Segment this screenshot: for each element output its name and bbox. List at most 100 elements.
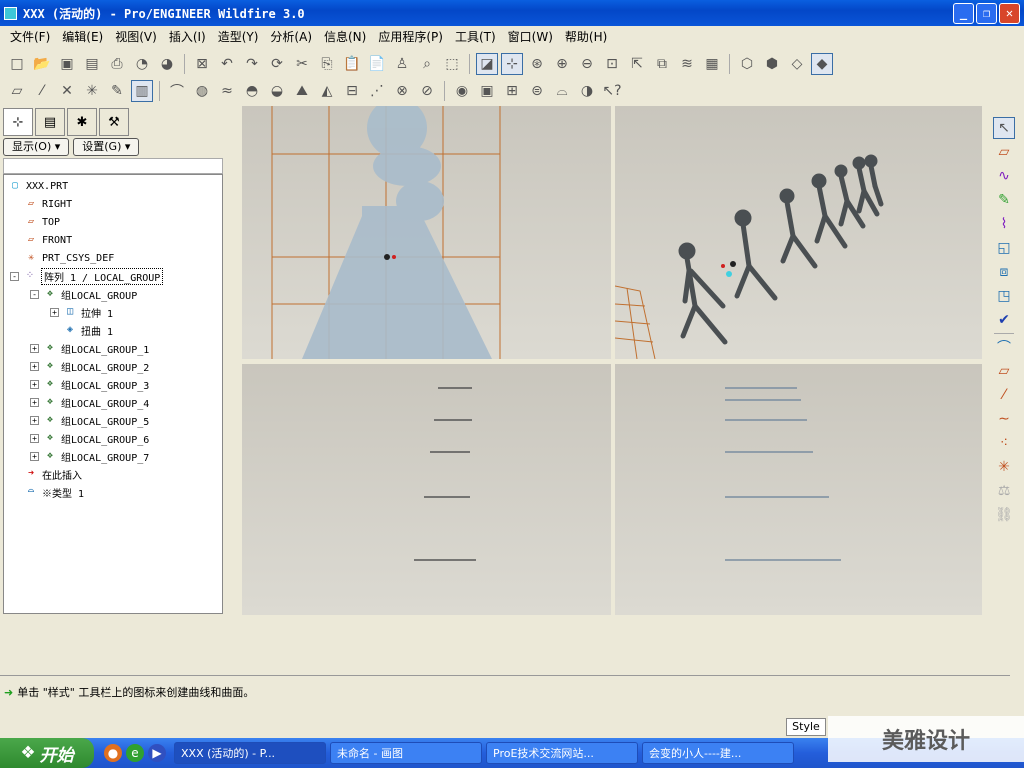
axis-icon[interactable]: ⁄ xyxy=(993,384,1015,406)
expand-icon[interactable]: + xyxy=(30,379,39,389)
reorient-icon[interactable]: ⇱ xyxy=(626,53,648,75)
tree-item-group[interactable]: - ❖ 组LOCAL_GROUP xyxy=(30,285,137,303)
draft-analysis-icon[interactable]: ⛰ xyxy=(291,80,313,102)
deviation-analysis-icon[interactable]: ⋰ xyxy=(366,80,388,102)
expand-icon[interactable]: + xyxy=(30,415,39,425)
saved-views-icon[interactable]: ⧉ xyxy=(651,53,673,75)
surface-icon[interactable]: ◱ xyxy=(993,237,1015,259)
datum-point-icon[interactable]: ⁖ xyxy=(993,432,1015,454)
print-icon[interactable]: ⎙ xyxy=(106,53,128,75)
paste-special-icon[interactable]: 📄 xyxy=(366,53,388,75)
measure-icon[interactable]: ◉ xyxy=(451,80,473,102)
undo-icon[interactable]: ↶ xyxy=(216,53,238,75)
start-button[interactable]: ❖ 开始 xyxy=(0,738,94,768)
collapse-icon[interactable]: - xyxy=(10,271,19,281)
menu-analysis[interactable]: 分析(A) xyxy=(264,28,318,45)
paste-icon[interactable]: 📋 xyxy=(341,53,363,75)
surface-connect-icon[interactable]: ⧈ xyxy=(993,261,1015,283)
shading-icon[interactable]: ◆ xyxy=(811,53,833,75)
tree-item-group-1[interactable]: + ❖ 组LOCAL_GROUP_1 xyxy=(30,339,149,357)
analysis-feature-icon[interactable]: ⚖ xyxy=(993,480,1015,502)
sketch-icon[interactable]: ⌒ xyxy=(993,336,1015,358)
layers-icon[interactable]: ≋ xyxy=(676,53,698,75)
tree-item-group-3[interactable]: + ❖ 组LOCAL_GROUP_3 xyxy=(30,375,149,393)
select-arrow-icon[interactable]: ↖ xyxy=(993,117,1015,139)
distance-icon[interactable]: ⊞ xyxy=(501,80,523,102)
surface-trim-icon[interactable]: ◳ xyxy=(993,285,1015,307)
menu-help[interactable]: 帮助(H) xyxy=(559,28,613,45)
mapkey-icon[interactable]: ♙ xyxy=(391,53,413,75)
datum-curve-icon[interactable]: ∼ xyxy=(993,408,1015,430)
menu-view[interactable]: 视图(V) xyxy=(109,28,163,45)
curvature-icon[interactable]: ⌓ xyxy=(551,80,573,102)
tree-item-group-6[interactable]: + ❖ 组LOCAL_GROUP_6 xyxy=(30,429,149,447)
expand-icon[interactable]: + xyxy=(30,361,39,371)
datum-point-display-icon[interactable]: ✕ xyxy=(56,80,78,102)
viewport-side[interactable] xyxy=(242,364,611,615)
menu-file[interactable]: 文件(F) xyxy=(4,28,56,45)
new-file-icon[interactable]: □ xyxy=(6,53,28,75)
settings-dropdown[interactable]: 设置(G) ▾ xyxy=(73,138,140,156)
shadow-analysis-icon[interactable]: ◒ xyxy=(266,80,288,102)
curve-analysis-icon[interactable]: ⌒ xyxy=(166,80,188,102)
maximize-button[interactable]: ❐ xyxy=(976,3,997,24)
email-icon[interactable]: ◔ xyxy=(131,53,153,75)
taskbar-item-forum[interactable]: ProE技术交流网站... xyxy=(486,742,638,764)
tree-item-front[interactable]: ▱ FRONT xyxy=(24,231,72,249)
save-icon[interactable]: ▣ xyxy=(56,53,78,75)
menu-applications[interactable]: 应用程序(P) xyxy=(372,28,449,45)
collapse-icon[interactable]: - xyxy=(30,289,39,299)
copy-icon[interactable]: ⎘ xyxy=(316,53,338,75)
tree-item-group-7[interactable]: + ❖ 组LOCAL_GROUP_7 xyxy=(30,447,149,465)
zoom-out-icon[interactable]: ⊖ xyxy=(576,53,598,75)
menu-tools[interactable]: 工具(T) xyxy=(449,28,502,45)
repaint-icon[interactable]: ⊛ xyxy=(526,53,548,75)
hide-analysis-icon[interactable]: ⊘ xyxy=(416,80,438,102)
curve-on-surface-icon[interactable]: ⌇ xyxy=(993,213,1015,235)
tree-item-insert-here[interactable]: ➜ 在此插入 xyxy=(24,465,82,483)
select-box-icon[interactable]: ⬚ xyxy=(441,53,463,75)
chain-icon[interactable]: ⛓ xyxy=(993,504,1015,526)
find-icon[interactable]: ⌕ xyxy=(416,53,438,75)
menu-edit[interactable]: 编辑(E) xyxy=(56,28,109,45)
annotation-display-icon[interactable]: ✎ xyxy=(106,80,128,102)
model-info-icon[interactable]: ▣ xyxy=(476,80,498,102)
menu-info[interactable]: 信息(N) xyxy=(318,28,372,45)
panel-splitter[interactable] xyxy=(229,106,237,616)
tree-item-warp[interactable]: ◈ 扭曲 1 xyxy=(63,321,113,339)
delete-analysis-icon[interactable]: ⊗ xyxy=(391,80,413,102)
viewport-top[interactable] xyxy=(615,364,982,615)
zoom-in-icon[interactable]: ⊕ xyxy=(551,53,573,75)
tree-item-csys[interactable]: ✳ PRT_CSYS_DEF xyxy=(24,249,114,267)
model-tree-tab-icon[interactable]: ⊹ xyxy=(3,108,33,136)
surface-curvature-icon[interactable]: ◍ xyxy=(191,80,213,102)
color-analysis-icon[interactable]: ◑ xyxy=(576,80,598,102)
create-curve-icon[interactable]: ∿ xyxy=(993,165,1015,187)
orient-icon[interactable]: ◪ xyxy=(476,53,498,75)
taskbar-item-paint[interactable]: 未命名 - 画图 xyxy=(330,742,482,764)
taskbar-item-tutorial[interactable]: 会变的小人----建... xyxy=(642,742,794,764)
no-hidden-icon[interactable]: ◇ xyxy=(786,53,808,75)
tree-item-group-2[interactable]: + ❖ 组LOCAL_GROUP_2 xyxy=(30,357,149,375)
slope-analysis-icon[interactable]: ◭ xyxy=(316,80,338,102)
menu-insert[interactable]: 插入(I) xyxy=(163,28,212,45)
expand-icon[interactable]: + xyxy=(50,307,59,317)
redo-icon[interactable]: ↷ xyxy=(241,53,263,75)
viewport-isometric[interactable] xyxy=(615,106,982,359)
done-check-icon[interactable]: ✔ xyxy=(993,309,1015,331)
spin-center-icon[interactable]: ⊹ xyxy=(501,53,523,75)
view-manager-icon[interactable]: ▦ xyxy=(701,53,723,75)
refit-icon[interactable]: ⊡ xyxy=(601,53,623,75)
menu-window[interactable]: 窗口(W) xyxy=(502,28,559,45)
close-button[interactable]: ✕ xyxy=(999,3,1020,24)
save-copy-icon[interactable]: ▤ xyxy=(81,53,103,75)
offset-analysis-icon[interactable]: ⊟ xyxy=(341,80,363,102)
tree-item-right[interactable]: ▱ RIGHT xyxy=(24,195,72,213)
hidden-line-icon[interactable]: ⬢ xyxy=(761,53,783,75)
cut-icon[interactable]: ✂ xyxy=(291,53,313,75)
cross-section-icon[interactable]: ⊜ xyxy=(526,80,548,102)
open-file-icon[interactable]: 📂 xyxy=(31,53,53,75)
expand-icon[interactable]: + xyxy=(30,397,39,407)
show-dropdown[interactable]: 显示(O) ▾ xyxy=(3,138,70,156)
model-tree-toggle-icon[interactable]: ▥ xyxy=(131,80,153,102)
